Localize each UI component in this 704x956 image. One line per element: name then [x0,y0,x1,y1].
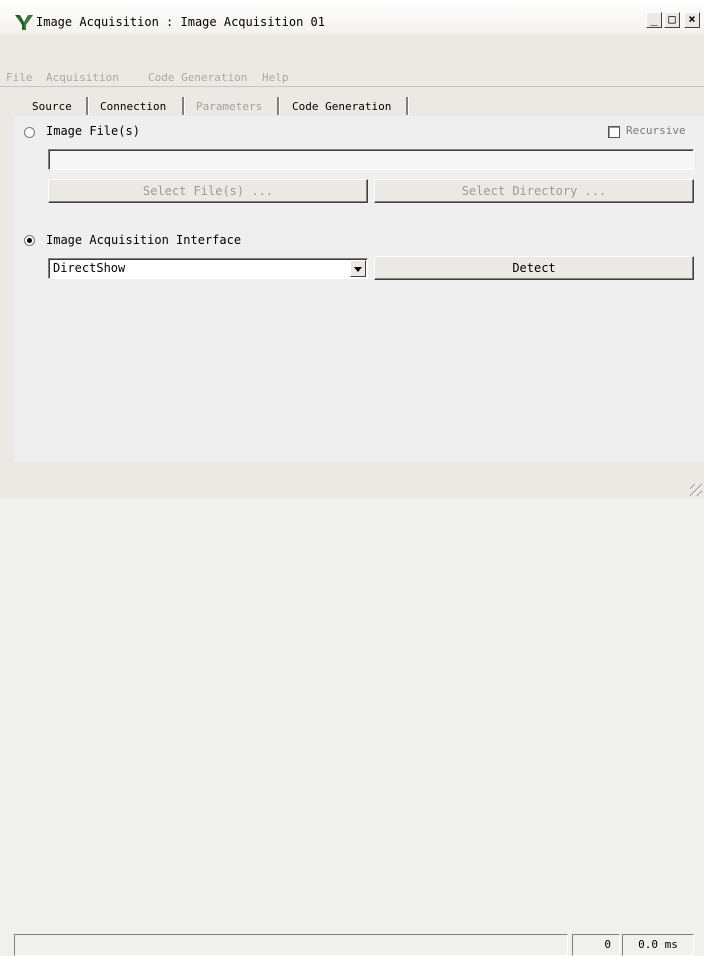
recursive-checkbox[interactable] [608,126,620,138]
minimize-button[interactable]: _ [646,12,662,28]
image-files-label: Image File(s) [46,124,140,138]
toolbar [0,56,704,138]
app-logo-icon [15,15,33,30]
status-message [14,934,568,956]
select-files-button[interactable]: Select File(s) ... [48,179,368,203]
tab-divider [277,97,280,115]
tab-parameters[interactable]: Parameters [196,100,262,113]
tab-code-generation[interactable]: Code Generation [292,100,391,113]
status-bar: 0 0.0 ms [0,466,704,956]
image-path-input[interactable] [48,149,694,170]
title-bar: Image Acquisition : Image Acquisition 01… [0,0,704,34]
detect-button[interactable]: Detect [374,256,694,280]
tab-divider [182,97,185,115]
tab-connection[interactable]: Connection [100,100,166,113]
interface-select[interactable]: DirectShow [48,258,368,279]
tab-divider [406,97,409,115]
acquisition-interface-label: Image Acquisition Interface [46,233,242,247]
window-title: Image Acquisition : Image Acquisition 01 [36,15,325,29]
tab-source[interactable]: Source [32,100,72,113]
status-time: 0.0 ms [622,934,694,956]
interface-select-value: DirectShow [53,261,126,275]
image-files-radio[interactable] [24,127,35,138]
maximize-button[interactable]: □ [664,12,680,28]
acquisition-interface-radio[interactable] [24,235,35,246]
resize-grip-icon[interactable] [690,484,702,496]
menu-bar: File Acquisition Code Generation Help [0,34,704,84]
chevron-down-icon[interactable] [350,260,366,277]
status-count: 0 [572,934,620,956]
select-directory-button[interactable]: Select Directory ... [374,179,694,203]
close-button[interactable]: × [684,12,700,28]
recursive-label: Recursive [626,124,686,137]
image-acquisition-window: Image Acquisition : Image Acquisition 01… [0,0,704,956]
tab-divider [86,97,89,115]
